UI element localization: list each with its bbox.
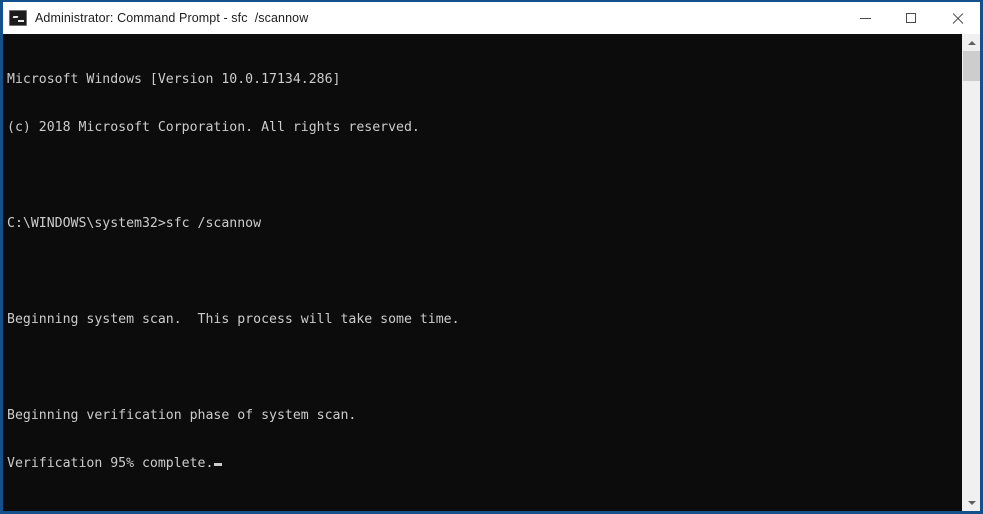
window-title: Administrator: Command Prompt - sfc /sca… [35,11,309,25]
scrollbar-track[interactable] [963,51,980,494]
titlebar-left: Administrator: Command Prompt - sfc /sca… [3,10,842,26]
console-line: Beginning system scan. This process will… [7,312,460,327]
console-line: Microsoft Windows [Version 10.0.17134.28… [7,72,341,87]
console-line: (c) 2018 Microsoft Corporation. All righ… [7,120,420,135]
maximize-icon [906,13,916,23]
cmd-console-icon [9,10,27,26]
chevron-up-icon [967,40,976,45]
console-line-progress: Verification 95% complete. [7,456,962,472]
vertical-scrollbar[interactable] [962,34,980,511]
chevron-down-icon [967,500,976,505]
console-line: Beginning verification phase of system s… [7,408,357,423]
text-cursor [214,463,223,466]
maximize-button[interactable] [888,2,934,34]
scroll-down-button[interactable] [963,494,980,511]
console-line-prompt: C:\WINDOWS\system32>sfc /scannow [7,216,262,231]
console-output[interactable]: Microsoft Windows [Version 10.0.17134.28… [3,34,962,511]
command-prompt-window: Administrator: Command Prompt - sfc /sca… [0,0,983,514]
minimize-icon [859,17,871,19]
titlebar[interactable]: Administrator: Command Prompt - sfc /sca… [3,2,980,34]
scroll-up-button[interactable] [963,34,980,51]
close-icon [951,12,963,24]
minimize-button[interactable] [842,2,888,34]
window-controls [842,2,980,34]
console-area: Microsoft Windows [Version 10.0.17134.28… [3,34,980,511]
scrollbar-thumb[interactable] [963,51,980,81]
progress-text: Verification 95% complete. [7,456,214,471]
close-button[interactable] [934,2,980,34]
